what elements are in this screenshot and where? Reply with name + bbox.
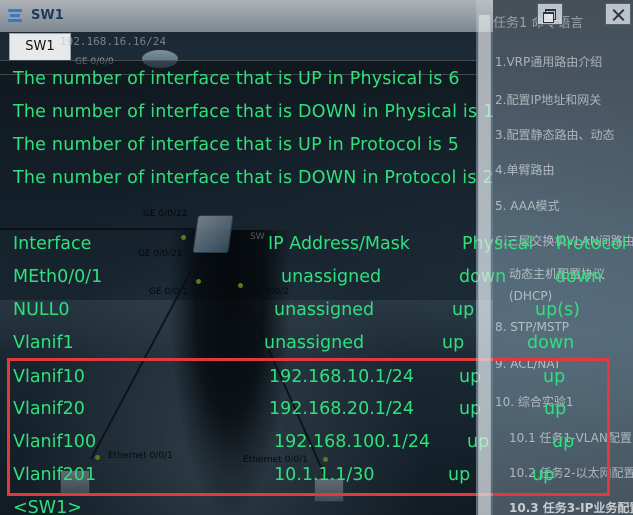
- summary-line-phys-down: The number of interface that is DOWN in …: [13, 102, 495, 122]
- doc-item-3[interactable]: 3.配置静态路由、动态: [495, 126, 614, 143]
- row-interface: NULL0: [13, 300, 70, 320]
- header-interface: Interface: [13, 234, 92, 254]
- doc-item-14[interactable]: 10.3 任务3-IP业务配置: [509, 499, 633, 515]
- row-ip: unassigned: [274, 300, 375, 320]
- row-ip: unassigned: [264, 333, 365, 353]
- console-scrollbar[interactable]: [476, 0, 493, 515]
- terminal-app-icon: [6, 7, 24, 25]
- summary-line-phys-up: The number of interface that is UP in Ph…: [13, 69, 460, 89]
- highlight-box: [7, 358, 610, 496]
- ghost-ip-label: 192.168.16.16/24: [60, 35, 166, 48]
- window-controls: [531, 3, 633, 29]
- row-interface: Vlanif1: [13, 333, 74, 353]
- simulator-screen: 任务1 命令语言 1.VRP通用路由介绍 2.配置IP地址和网关 3.配置静态路…: [0, 0, 633, 515]
- row-protocol: down: [555, 267, 603, 287]
- close-button[interactable]: [605, 3, 631, 25]
- header-ip-address: IP Address/Mask: [268, 234, 410, 254]
- doc-item-5[interactable]: 5. AAA模式: [495, 197, 560, 214]
- header-physical: Physical: [462, 234, 534, 254]
- row-physical: up: [442, 333, 465, 353]
- row-protocol: up(s): [535, 300, 580, 320]
- restore-button[interactable]: [537, 3, 563, 25]
- summary-line-proto-down: The number of interface that is DOWN in …: [13, 168, 494, 188]
- doc-item-2[interactable]: 2.配置IP地址和网关: [495, 91, 601, 108]
- row-interface: MEth0/0/1: [13, 267, 103, 287]
- window-titlebar[interactable]: SW1: [0, 0, 493, 32]
- row-protocol: down: [527, 333, 575, 353]
- row-physical: up: [452, 300, 475, 320]
- console-prompt[interactable]: <SW1>: [13, 498, 82, 515]
- summary-line-proto-up: The number of interface that is UP in Pr…: [13, 135, 460, 155]
- header-protocol: Protocol: [556, 234, 627, 254]
- doc-item-9[interactable]: 8. STP/MSTP: [495, 320, 569, 334]
- scrollbar-thumb[interactable]: [478, 14, 491, 515]
- doc-item-1[interactable]: 1.VRP通用路由介绍: [495, 53, 602, 70]
- row-ip: unassigned: [281, 267, 382, 287]
- window-title: SW1: [31, 8, 64, 23]
- doc-item-4[interactable]: 4.单臂路由: [495, 161, 554, 178]
